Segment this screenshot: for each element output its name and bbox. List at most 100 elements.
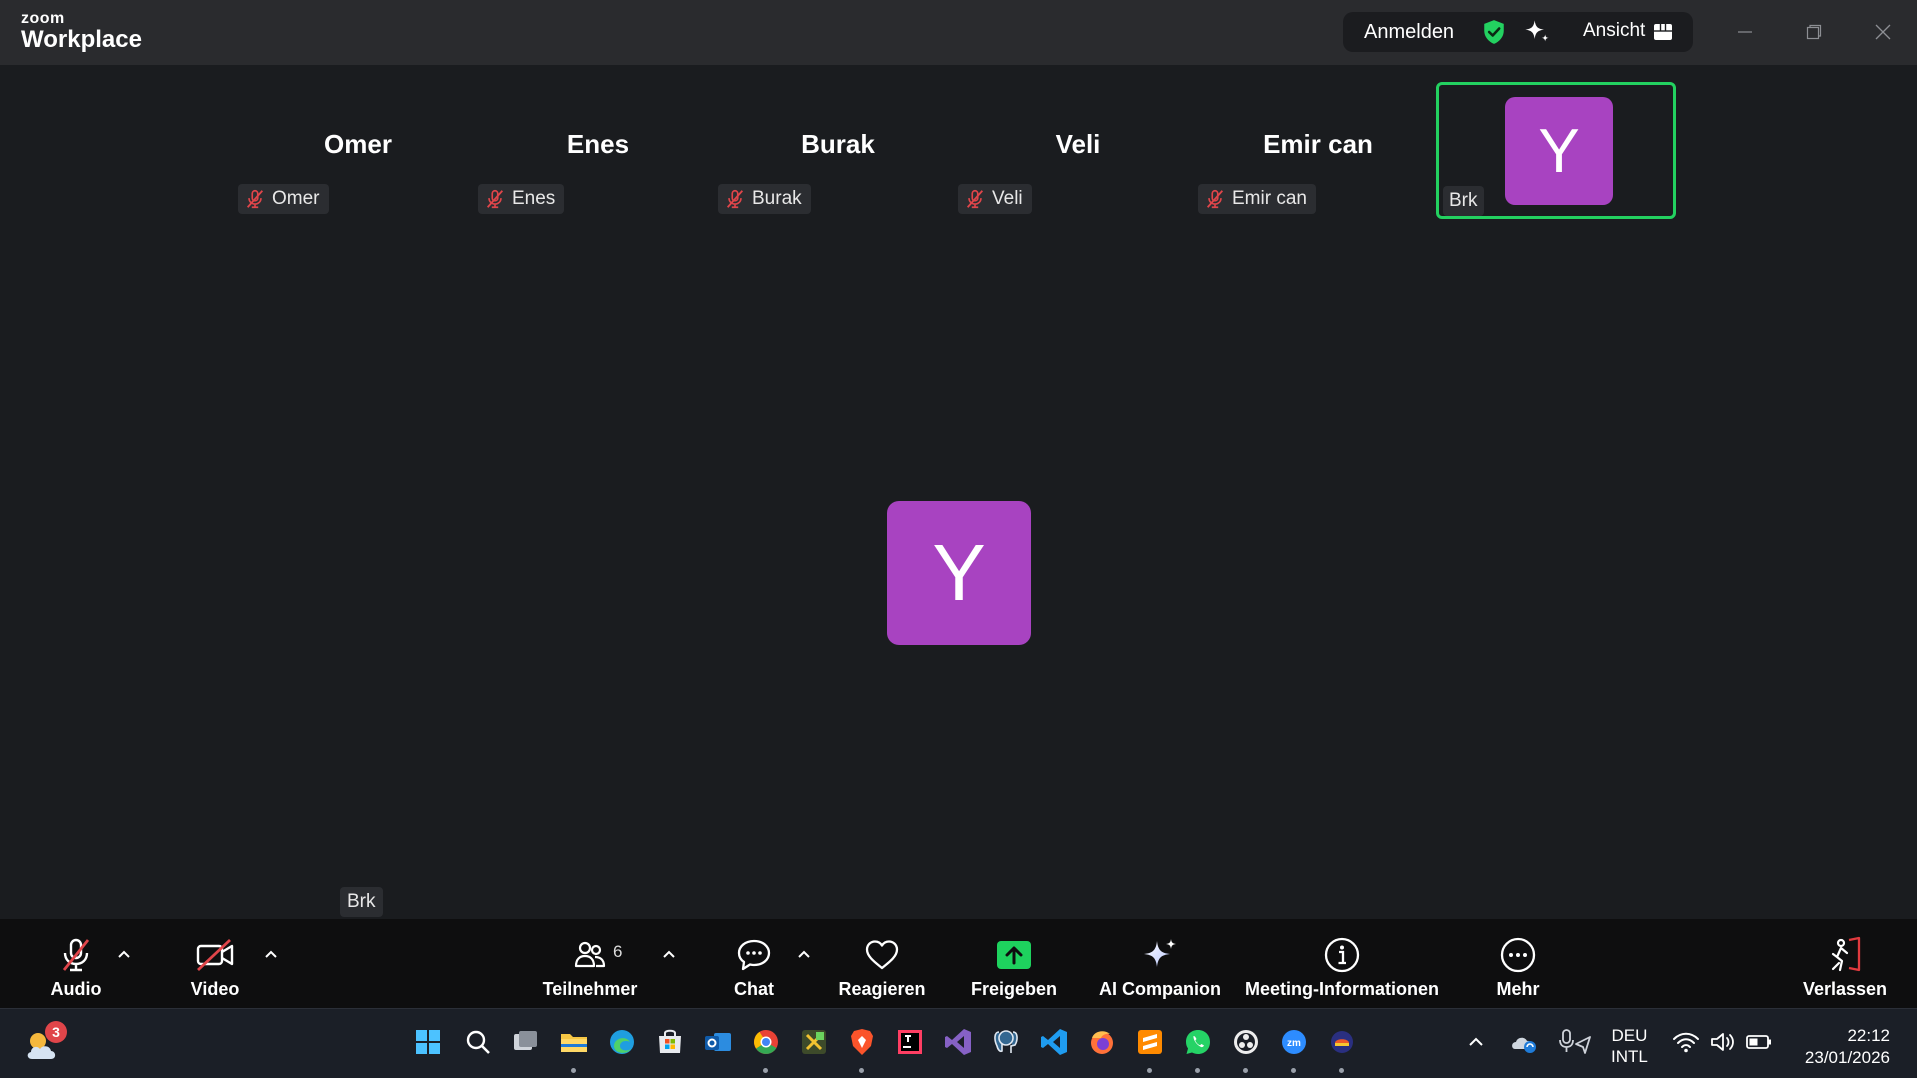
chat-label: Chat [734,979,774,999]
close-icon [1875,24,1891,40]
onedrive-sync-icon[interactable] [1508,1026,1540,1058]
main-avatar: Y [887,501,1031,645]
react-button[interactable]: Reagieren [832,919,932,1008]
info-icon [1324,937,1360,973]
ai-companion-button[interactable]: AI Companion [1095,919,1225,1008]
share-button[interactable]: Freigeben [964,919,1064,1008]
muted-mic-icon [486,189,504,209]
video-button[interactable]: Video [185,919,245,1008]
participant-name: Burak [801,129,875,159]
vscode-icon[interactable] [1038,1026,1070,1058]
security-shield-icon[interactable] [1481,19,1507,45]
participant-tile[interactable]: Enes Enes [478,83,718,219]
meeting-info-button[interactable]: Meeting-Informationen [1242,919,1442,1008]
wifi-icon[interactable] [1671,1026,1701,1058]
participant-tag: Omer [238,184,329,214]
language-code: DEU [1611,1026,1648,1045]
active-speaker-tile[interactable]: Y Brk [1436,82,1676,219]
running-indicator [1291,1068,1296,1073]
participants-button[interactable]: 6 Teilnehmer [540,919,640,1008]
weather-badge: 3 [45,1021,67,1043]
more-label: Mehr [1496,979,1540,999]
grid-view-icon[interactable] [1653,22,1673,42]
participant-tag-label: Enes [512,188,556,209]
muted-mic-icon [966,189,984,209]
outlook-icon[interactable] [702,1026,734,1058]
jetbrains-icon[interactable] [894,1026,926,1058]
video-off-icon [196,938,234,972]
chat-options-chevron-icon[interactable] [795,947,813,961]
system-clock[interactable]: 22:12 23/01/2026 [1794,1025,1890,1069]
running-indicator [571,1068,576,1073]
running-indicator [763,1068,768,1073]
taskbar: 3 zm DEU INTL 22:12 23/01/2026 [0,1008,1917,1078]
audio-button[interactable]: Audio [46,919,106,1008]
chrome-icon[interactable] [750,1026,782,1058]
input-language[interactable]: DEU INTL [1611,1025,1648,1067]
meeting-toolbar: Audio Video 6 Teilnehmer Chat Reagieren … [0,919,1917,1008]
search-icon[interactable] [462,1026,494,1058]
participant-tile[interactable]: Omer Omer [238,83,478,219]
ai-companion-label: AI Companion [1099,979,1221,999]
video-options-chevron-icon[interactable] [262,947,280,961]
excel-app-icon[interactable] [798,1026,830,1058]
brave-icon[interactable] [846,1026,878,1058]
firefox-icon[interactable] [1086,1026,1118,1058]
windows-start-icon[interactable] [412,1026,444,1058]
participants-label: Teilnehmer [542,979,638,999]
running-indicator [859,1068,864,1073]
participant-tag-label: Omer [272,188,320,209]
tray-overflow-chevron-icon[interactable] [1462,1026,1490,1058]
minimize-button[interactable] [1727,14,1763,50]
title-bar: zoom Workplace Anmelden Ansicht [0,0,1917,65]
running-indicator [1243,1068,1248,1073]
sublime-icon[interactable] [1134,1026,1166,1058]
chat-icon [737,939,771,971]
avatar: Y [1505,97,1613,205]
file-explorer-icon[interactable] [558,1026,590,1058]
titlebar-actions: Anmelden Ansicht [1343,12,1693,52]
participant-tag-label: Veli [992,188,1023,209]
minimize-icon [1738,31,1752,33]
close-button[interactable] [1865,14,1901,50]
view-button[interactable]: Ansicht [1583,20,1645,42]
restore-button[interactable] [1796,14,1832,50]
task-view-icon[interactable] [510,1026,542,1058]
zoom-taskbar-icon[interactable]: zm [1278,1026,1310,1058]
battery-icon[interactable] [1744,1026,1774,1058]
video-label: Video [190,979,240,999]
participant-tag-label: Brk [1449,190,1478,211]
more-button[interactable]: Mehr [1488,919,1548,1008]
chat-button[interactable]: Chat [724,919,784,1008]
participant-tile[interactable]: Veli Veli [958,83,1198,219]
react-label: Reagieren [838,979,926,999]
mic-location-icon[interactable] [1556,1026,1594,1058]
whatsapp-icon[interactable] [1182,1026,1214,1058]
ai-companion-icon [1144,939,1176,967]
participant-tile[interactable]: Emir can Emir can [1198,83,1438,219]
participant-name: Omer [324,129,392,159]
participant-name: Emir can [1263,129,1373,159]
participant-tile[interactable]: Burak Burak [718,83,958,219]
signin-button[interactable]: Anmelden [1364,21,1454,44]
visual-studio-icon[interactable] [942,1026,974,1058]
audio-label: Audio [50,979,102,999]
microsoft-store-icon[interactable] [654,1026,686,1058]
muted-mic-icon [246,189,264,209]
edge-icon[interactable] [606,1026,638,1058]
running-indicator [1195,1068,1200,1073]
volume-icon[interactable] [1708,1026,1738,1058]
postgresql-icon[interactable] [990,1026,1022,1058]
ai-sparkle-icon[interactable] [1523,18,1551,46]
meeting-info-label: Meeting-Informationen [1245,979,1439,999]
obs-icon[interactable] [1230,1026,1262,1058]
participants-options-chevron-icon[interactable] [660,947,678,961]
participant-tag-label: Emir can [1232,188,1307,209]
leave-button[interactable]: Verlassen [1800,919,1890,1008]
running-indicator [1339,1068,1344,1073]
mic-muted-icon [62,938,90,972]
meeting-area: Omer Omer Enes Enes Burak Burak Veli Vel… [0,65,1917,919]
app-shortcut-icon[interactable] [1326,1026,1358,1058]
participant-tag: Emir can [1198,184,1316,214]
audio-options-chevron-icon[interactable] [115,947,133,961]
